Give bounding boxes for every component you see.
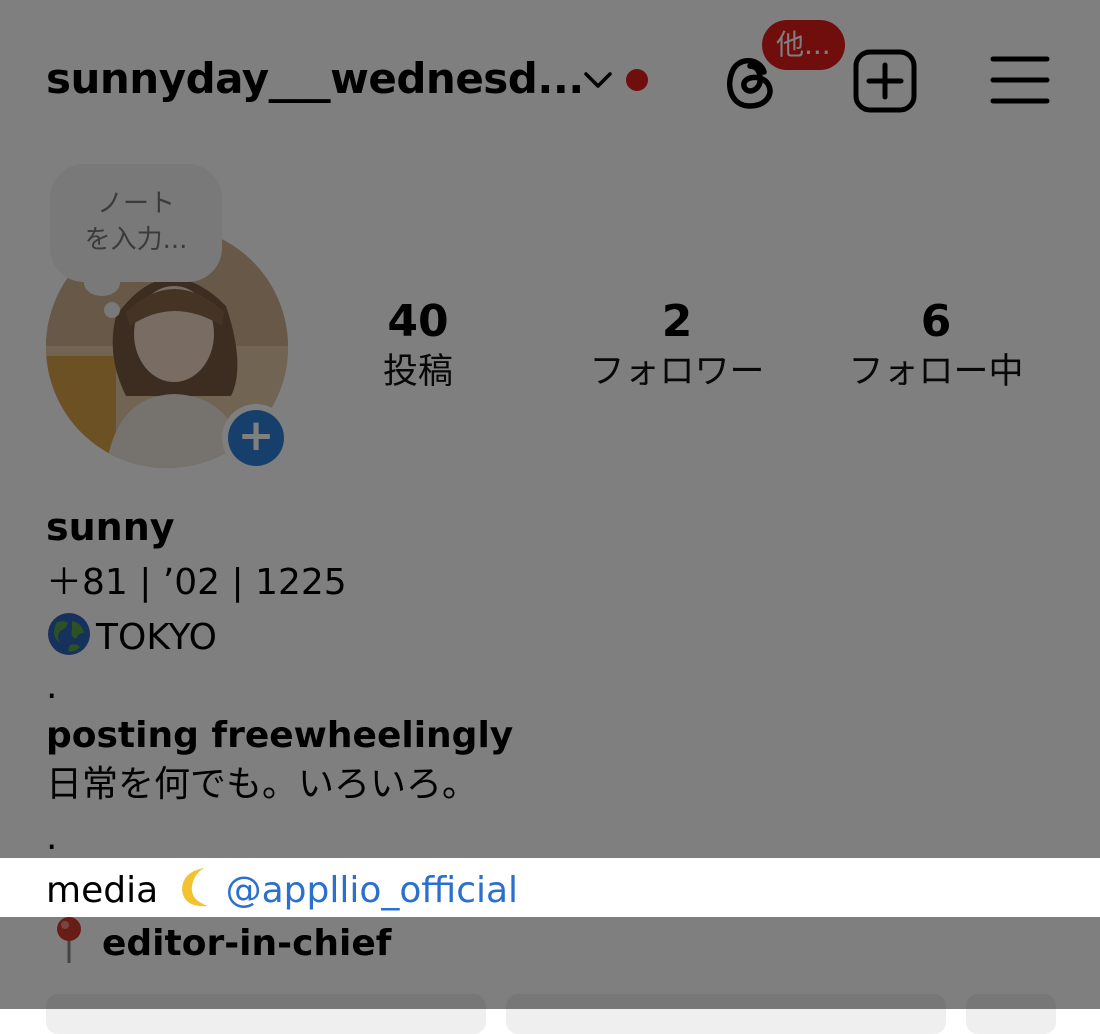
note-placeholder-line1: ノート <box>96 189 175 219</box>
bio-role-line: editor-in-chief <box>46 915 391 967</box>
share-profile-button[interactable] <box>506 994 946 1034</box>
stat-posts[interactable]: 40 投稿 <box>298 296 538 396</box>
followers-label: フォロワー <box>589 352 765 392</box>
bio-line-location: TOKYO <box>46 611 217 661</box>
pushpin-emoji-icon <box>57 917 81 963</box>
bio-media-line: media @appllio_official <box>46 864 518 914</box>
location-text: TOKYO <box>96 617 218 658</box>
posts-label: 投稿 <box>382 352 453 392</box>
media-mention-link[interactable]: @appllio_official <box>226 870 518 911</box>
following-label: フォロー中 <box>848 352 1024 392</box>
bio-headline: posting freewheelingly <box>46 715 514 756</box>
account-switcher-username[interactable]: sunnyday___wednesd... <box>46 54 584 103</box>
notification-dot <box>626 69 648 91</box>
note-placeholder-line2: を入力... <box>84 225 188 255</box>
hamburger-menu-icon[interactable] <box>990 54 1050 106</box>
globe-emoji-icon <box>48 613 90 655</box>
stat-followers[interactable]: 2 フォロワー <box>557 296 797 396</box>
bio-separator-2: . <box>46 817 58 858</box>
plus-circle-icon: + <box>228 410 284 466</box>
plus-square-icon[interactable] <box>852 48 918 114</box>
note-bubble[interactable]: ノート を入力... <box>50 164 222 282</box>
followers-count: 2 <box>661 296 693 347</box>
edit-profile-button[interactable] <box>46 994 486 1034</box>
note-bubble-tail-small <box>104 302 120 318</box>
profile-display-name: sunny <box>46 505 175 549</box>
role-text: editor-in-chief <box>102 923 392 964</box>
posts-count: 40 <box>387 296 449 347</box>
bio-japanese-text: 日常を何でも。いろいろ。 <box>46 764 479 805</box>
add-person-button[interactable] <box>966 994 1056 1034</box>
profile-page: sunnyday___wednesd... 他... + ノート を入力... … <box>0 0 1100 1034</box>
threads-badge[interactable]: 他... <box>762 20 845 70</box>
add-story-button[interactable]: + <box>222 404 290 472</box>
stat-following[interactable]: 6 フォロー中 <box>816 296 1056 396</box>
crescent-moon-emoji-icon <box>181 868 208 907</box>
media-prefix: media <box>46 870 170 911</box>
bio-line-phone: ＋81 | ’02 | 1225 <box>46 562 347 603</box>
following-count: 6 <box>920 296 952 347</box>
bio-separator-1: . <box>46 666 58 707</box>
chevron-down-icon[interactable] <box>582 66 614 94</box>
